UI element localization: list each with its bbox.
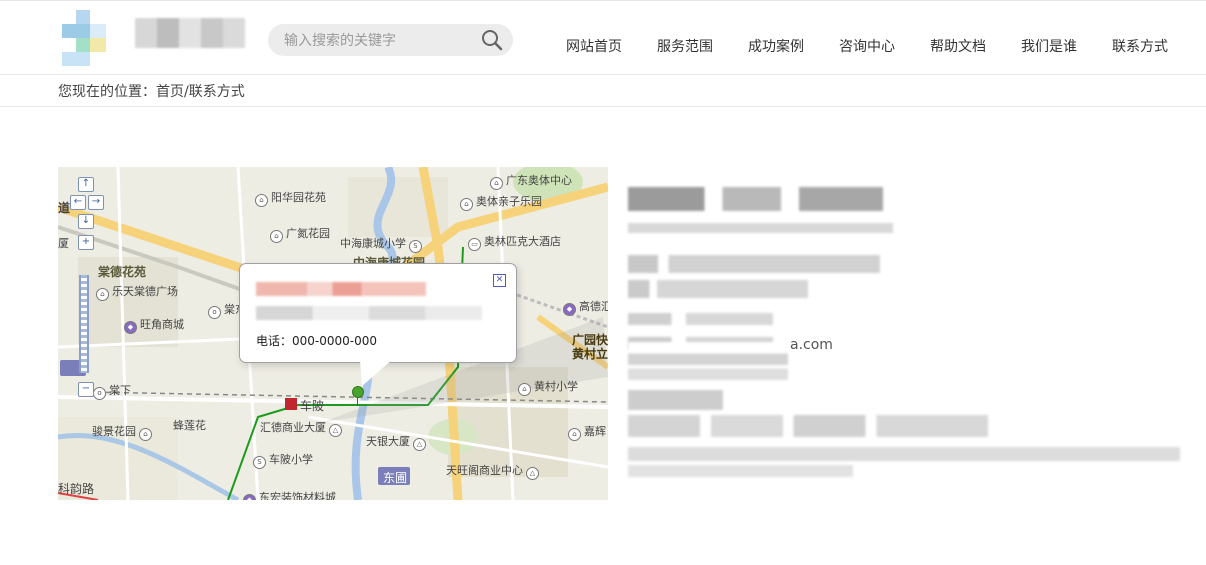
map-label: 东圃 xyxy=(383,471,408,485)
top-border xyxy=(0,0,1206,1)
breadcrumb-bar: 您现在的位置：首页/联系方式 xyxy=(0,75,1206,107)
map-label: ⌂ 黄村小学 xyxy=(518,378,578,396)
location-map[interactable]: ⌂ 阳华园花苑 ⌂ 广东奥体中心 ⌂ 奥体亲子乐园 ⌂ 广氮花园 中海康城小学 S ▭ 奥林… xyxy=(58,167,608,500)
map-label: ⌂ 阳华园花苑 xyxy=(255,189,326,207)
pan-up-button[interactable]: ↑ xyxy=(78,177,94,192)
close-icon[interactable]: ✕ xyxy=(493,274,506,287)
pan-left-button[interactable]: ← xyxy=(70,195,86,210)
location-marker-icon[interactable] xyxy=(352,386,364,398)
map-label: 天旺阁商业中心 △ xyxy=(446,462,542,480)
main-nav: 网站首页 服务范围 成功案例 咨询中心 帮助文档 我们是谁 联系方式 xyxy=(548,36,1185,56)
contact-line xyxy=(628,280,808,298)
map-label: ⌂ 广东奥体中心 xyxy=(490,172,572,190)
map-label: 厦 xyxy=(58,237,69,250)
map-label: 黄村立 xyxy=(572,347,608,361)
map-label: 中海康城小学 S xyxy=(340,235,425,253)
nav-help[interactable]: 帮助文档 xyxy=(930,36,986,56)
site-header: 网站首页 服务范围 成功案例 咨询中心 帮助文档 我们是谁 联系方式 xyxy=(0,2,1206,75)
nav-services[interactable]: 服务范围 xyxy=(657,36,713,56)
info-window-address xyxy=(256,306,482,320)
nav-home[interactable]: 网站首页 xyxy=(566,36,622,56)
address-line xyxy=(628,415,988,437)
nav-about[interactable]: 我们是谁 xyxy=(1021,36,1077,56)
pan-down-button[interactable]: ↓ xyxy=(78,214,94,229)
map-label: ⌂ 嘉辉 xyxy=(568,423,606,441)
info-window-tail xyxy=(360,360,392,386)
nav-contact[interactable]: 联系方式 xyxy=(1112,36,1168,56)
site-logo[interactable] xyxy=(62,10,122,66)
company-name xyxy=(628,187,883,211)
address-line xyxy=(628,447,1180,461)
contact-line xyxy=(628,313,773,325)
zoom-in-button[interactable]: + xyxy=(78,235,94,250)
address-label xyxy=(628,390,723,410)
zoom-slider[interactable] xyxy=(79,275,89,373)
search-box xyxy=(268,24,513,58)
contact-line xyxy=(628,255,880,273)
map-label: 骏景花园 ⌂ xyxy=(92,423,155,441)
map-label: 蜂莲花 xyxy=(173,419,206,432)
address-line xyxy=(628,465,853,477)
info-window-title xyxy=(256,282,426,296)
map-label: 车陂 xyxy=(300,399,325,413)
search-icon[interactable] xyxy=(481,29,503,51)
pan-right-button[interactable]: → xyxy=(88,195,104,210)
map-label: 科韵路 xyxy=(58,482,95,496)
map-label: ◆ 高德汇 xyxy=(563,298,608,316)
zoom-out-button[interactable]: − xyxy=(78,382,94,397)
breadcrumb: 您现在的位置：首页/联系方式 xyxy=(58,84,245,100)
map-label: ◆ 东宏装饰材料城 xyxy=(243,489,336,500)
map-label: ⌂ 奥体亲子乐园 xyxy=(460,193,542,211)
map-label: ⌂ 广氮花园 xyxy=(270,225,330,243)
info-window-phone: 电话：000-0000-000 xyxy=(256,334,378,348)
email-domain: a.com xyxy=(790,337,833,353)
nav-cases[interactable]: 成功案例 xyxy=(748,36,804,56)
map-label: ◆ 旺角商城 xyxy=(124,316,184,334)
site-name xyxy=(135,18,245,48)
map-label: 天银大厦 △ xyxy=(366,433,429,451)
search-input[interactable] xyxy=(282,24,476,58)
map-label: 汇德商业大厦 △ xyxy=(260,419,345,437)
contact-info xyxy=(628,185,1183,485)
map-label: 道 xyxy=(58,201,71,215)
email-line xyxy=(628,342,788,380)
map-label: S 车陂小学 xyxy=(253,451,313,469)
nav-consult[interactable]: 咨询中心 xyxy=(839,36,895,56)
info-window: 电话：000-0000-000 ✕ xyxy=(239,263,517,386)
company-subtitle xyxy=(628,223,893,233)
map-label: ▭ 奥林匹克大酒店 xyxy=(468,233,561,251)
